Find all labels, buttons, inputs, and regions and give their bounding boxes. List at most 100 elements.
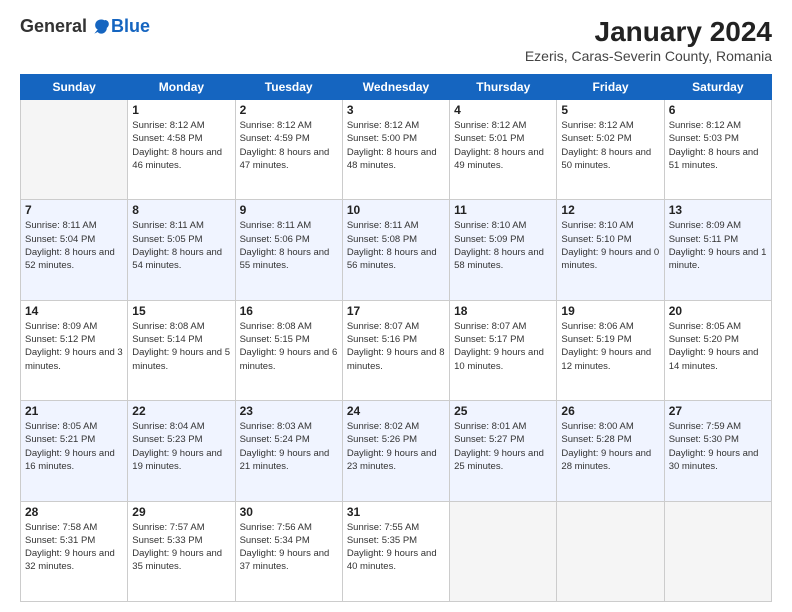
calendar-week-row: 21 Sunrise: 8:05 AMSunset: 5:21 PMDayligh…: [21, 401, 772, 501]
day-number: 1: [132, 103, 230, 117]
calendar-cell: 28Sunrise: 7:58 AMSunset: 5:31 PMDayligh…: [21, 501, 128, 601]
day-number: 26: [561, 404, 659, 418]
calendar-cell: 22 Sunrise: 8:04 AMSunset: 5:23 PMDayligh…: [128, 401, 235, 501]
page: General Blue January 2024 Ezeris, Caras-…: [0, 0, 792, 612]
calendar-cell: 15 Sunrise: 8:08 AMSunset: 5:14 PMDayligh…: [128, 300, 235, 400]
day-info: Sunrise: 8:04 AMSunset: 5:23 PMDaylight:…: [132, 420, 230, 473]
calendar-cell: 12Sunrise: 8:10 AMSunset: 5:10 PMDayligh…: [557, 200, 664, 300]
day-info: Sunrise: 8:12 AMSunset: 5:00 PMDaylight:…: [347, 119, 445, 172]
calendar-cell: 13 Sunrise: 8:09 AMSunset: 5:11 PMDayligh…: [664, 200, 771, 300]
day-info: Sunrise: 8:05 AMSunset: 5:21 PMDaylight:…: [25, 420, 123, 473]
day-number: 9: [240, 203, 338, 217]
calendar-cell: 27 Sunrise: 7:59 AMSunset: 5:30 PMDayligh…: [664, 401, 771, 501]
calendar-cell: 11 Sunrise: 8:10 AMSunset: 5:09 PMDayligh…: [450, 200, 557, 300]
logo: General Blue: [20, 16, 150, 37]
day-number: 27: [669, 404, 767, 418]
calendar-cell: 29 Sunrise: 7:57 AMSunset: 5:33 PMDayligh…: [128, 501, 235, 601]
header: General Blue January 2024 Ezeris, Caras-…: [20, 16, 772, 64]
calendar-cell: [664, 501, 771, 601]
calendar-cell: [557, 501, 664, 601]
calendar-cell: 1 Sunrise: 8:12 AMSunset: 4:58 PMDaylight…: [128, 100, 235, 200]
calendar-cell: 23 Sunrise: 8:03 AMSunset: 5:24 PMDayligh…: [235, 401, 342, 501]
day-info: Sunrise: 8:10 AMSunset: 5:09 PMDaylight:…: [454, 219, 552, 272]
calendar-cell: 24 Sunrise: 8:02 AMSunset: 5:26 PMDayligh…: [342, 401, 449, 501]
day-info: Sunrise: 8:01 AMSunset: 5:27 PMDaylight:…: [454, 420, 552, 473]
logo-blue-text: Blue: [111, 16, 150, 37]
day-number: 2: [240, 103, 338, 117]
calendar-cell: [21, 100, 128, 200]
day-info: Sunrise: 8:08 AMSunset: 5:15 PMDaylight:…: [240, 320, 338, 373]
day-info: Sunrise: 8:12 AMSunset: 4:59 PMDaylight:…: [240, 119, 338, 172]
day-info: Sunrise: 8:05 AMSunset: 5:20 PMDaylight:…: [669, 320, 767, 373]
day-info: Sunrise: 8:12 AMSunset: 4:58 PMDaylight:…: [132, 119, 230, 172]
day-info: Sunrise: 8:12 AMSunset: 5:02 PMDaylight:…: [561, 119, 659, 172]
calendar-cell: 3 Sunrise: 8:12 AMSunset: 5:00 PMDaylight…: [342, 100, 449, 200]
day-number: 20: [669, 304, 767, 318]
day-number: 25: [454, 404, 552, 418]
title-block: January 2024 Ezeris, Caras-Severin Count…: [525, 16, 772, 64]
calendar-cell: 6Sunrise: 8:12 AMSunset: 5:03 PMDaylight…: [664, 100, 771, 200]
calendar-cell: 31 Sunrise: 7:55 AMSunset: 5:35 PMDayligh…: [342, 501, 449, 601]
calendar-cell: 7Sunrise: 8:11 AMSunset: 5:04 PMDaylight…: [21, 200, 128, 300]
subtitle: Ezeris, Caras-Severin County, Romania: [525, 48, 772, 64]
day-number: 18: [454, 304, 552, 318]
day-number: 22: [132, 404, 230, 418]
day-info: Sunrise: 8:12 AMSunset: 5:01 PMDaylight:…: [454, 119, 552, 172]
calendar-week-row: 1 Sunrise: 8:12 AMSunset: 4:58 PMDaylight…: [21, 100, 772, 200]
day-number: 14: [25, 304, 123, 318]
column-header-wednesday: Wednesday: [342, 75, 449, 100]
day-number: 29: [132, 505, 230, 519]
calendar-cell: 30Sunrise: 7:56 AMSunset: 5:34 PMDayligh…: [235, 501, 342, 601]
day-info: Sunrise: 8:00 AMSunset: 5:28 PMDaylight:…: [561, 420, 659, 473]
day-info: Sunrise: 8:03 AMSunset: 5:24 PMDaylight:…: [240, 420, 338, 473]
calendar-table: SundayMondayTuesdayWednesdayThursdayFrid…: [20, 74, 772, 602]
day-info: Sunrise: 7:59 AMSunset: 5:30 PMDaylight:…: [669, 420, 767, 473]
calendar-header-row: SundayMondayTuesdayWednesdayThursdayFrid…: [21, 75, 772, 100]
day-number: 19: [561, 304, 659, 318]
calendar-cell: 2 Sunrise: 8:12 AMSunset: 4:59 PMDaylight…: [235, 100, 342, 200]
day-info: Sunrise: 8:06 AMSunset: 5:19 PMDaylight:…: [561, 320, 659, 373]
main-title: January 2024: [525, 16, 772, 48]
column-header-sunday: Sunday: [21, 75, 128, 100]
day-number: 3: [347, 103, 445, 117]
day-number: 23: [240, 404, 338, 418]
calendar-cell: [450, 501, 557, 601]
logo-bird-icon: [91, 17, 111, 37]
column-header-tuesday: Tuesday: [235, 75, 342, 100]
calendar-week-row: 28Sunrise: 7:58 AMSunset: 5:31 PMDayligh…: [21, 501, 772, 601]
day-number: 8: [132, 203, 230, 217]
calendar-cell: 14 Sunrise: 8:09 AMSunset: 5:12 PMDayligh…: [21, 300, 128, 400]
day-info: Sunrise: 8:09 AMSunset: 5:11 PMDaylight:…: [669, 219, 767, 272]
calendar-cell: 4Sunrise: 8:12 AMSunset: 5:01 PMDaylight…: [450, 100, 557, 200]
day-number: 15: [132, 304, 230, 318]
calendar-cell: 21 Sunrise: 8:05 AMSunset: 5:21 PMDayligh…: [21, 401, 128, 501]
day-info: Sunrise: 8:10 AMSunset: 5:10 PMDaylight:…: [561, 219, 659, 272]
calendar-cell: 16Sunrise: 8:08 AMSunset: 5:15 PMDayligh…: [235, 300, 342, 400]
day-info: Sunrise: 7:55 AMSunset: 5:35 PMDaylight:…: [347, 521, 445, 574]
day-number: 21: [25, 404, 123, 418]
day-number: 31: [347, 505, 445, 519]
day-number: 30: [240, 505, 338, 519]
calendar-cell: 17Sunrise: 8:07 AMSunset: 5:16 PMDayligh…: [342, 300, 449, 400]
day-info: Sunrise: 8:08 AMSunset: 5:14 PMDaylight:…: [132, 320, 230, 373]
calendar-cell: 9 Sunrise: 8:11 AMSunset: 5:06 PMDaylight…: [235, 200, 342, 300]
column-header-monday: Monday: [128, 75, 235, 100]
day-info: Sunrise: 8:09 AMSunset: 5:12 PMDaylight:…: [25, 320, 123, 373]
calendar-cell: 18 Sunrise: 8:07 AMSunset: 5:17 PMDayligh…: [450, 300, 557, 400]
calendar-week-row: 14 Sunrise: 8:09 AMSunset: 5:12 PMDayligh…: [21, 300, 772, 400]
day-number: 11: [454, 203, 552, 217]
calendar-cell: 8Sunrise: 8:11 AMSunset: 5:05 PMDaylight…: [128, 200, 235, 300]
calendar-cell: 26 Sunrise: 8:00 AMSunset: 5:28 PMDayligh…: [557, 401, 664, 501]
day-number: 7: [25, 203, 123, 217]
day-info: Sunrise: 8:07 AMSunset: 5:17 PMDaylight:…: [454, 320, 552, 373]
calendar-cell: 20 Sunrise: 8:05 AMSunset: 5:20 PMDayligh…: [664, 300, 771, 400]
logo-general-text: General: [20, 16, 87, 37]
calendar-cell: 5Sunrise: 8:12 AMSunset: 5:02 PMDaylight…: [557, 100, 664, 200]
day-number: 13: [669, 203, 767, 217]
day-info: Sunrise: 8:02 AMSunset: 5:26 PMDaylight:…: [347, 420, 445, 473]
day-info: Sunrise: 8:11 AMSunset: 5:06 PMDaylight:…: [240, 219, 338, 272]
day-number: 28: [25, 505, 123, 519]
calendar-cell: 25 Sunrise: 8:01 AMSunset: 5:27 PMDayligh…: [450, 401, 557, 501]
day-info: Sunrise: 7:57 AMSunset: 5:33 PMDaylight:…: [132, 521, 230, 574]
day-number: 24: [347, 404, 445, 418]
